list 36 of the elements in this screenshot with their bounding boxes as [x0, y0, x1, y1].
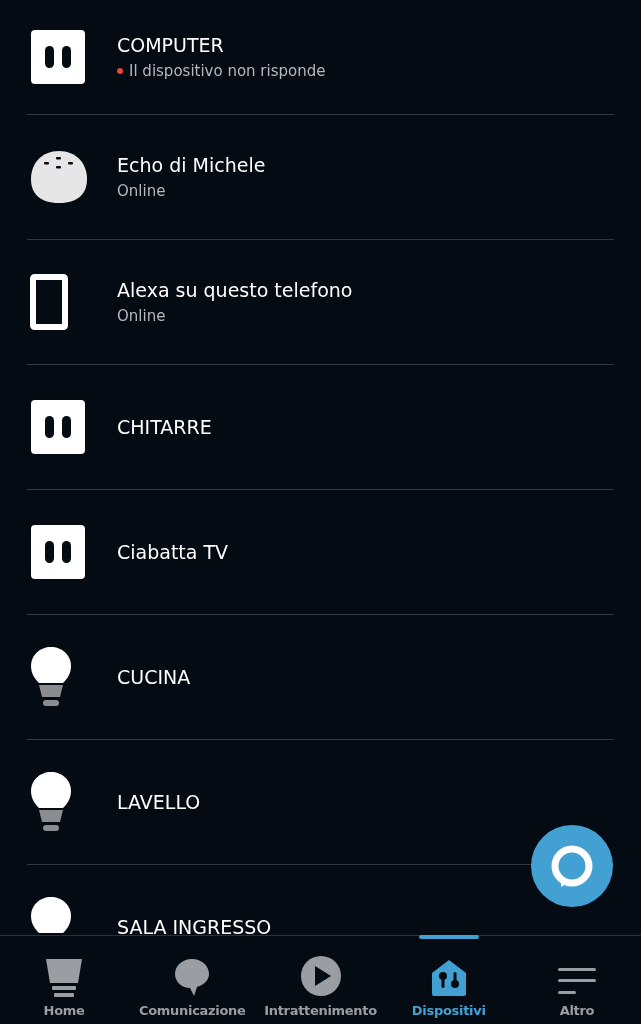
nav-tab[interactable]: Intrattenimento — [256, 936, 385, 1024]
plug-icon — [30, 29, 86, 85]
nav-tab[interactable]: Home — [0, 936, 129, 1024]
device-row[interactable]: Ciabatta TV — [27, 490, 614, 615]
device-name: CHITARRE — [117, 416, 212, 438]
lamp-icon — [44, 957, 85, 997]
device-name: CUCINA — [117, 666, 191, 688]
smart-speaker-icon — [30, 149, 88, 205]
device-status: Online — [117, 307, 166, 325]
device-status: Il dispositivo non risponde — [129, 62, 326, 80]
error-dot — [117, 68, 123, 74]
active-indicator — [418, 935, 479, 939]
nav-tab[interactable]: Altro — [512, 936, 641, 1024]
light-bulb-icon — [30, 771, 72, 833]
nav-tab[interactable]: Dispositivi — [384, 936, 513, 1024]
device-status: Online — [117, 182, 166, 200]
device-row[interactable]: COMPUTER Il dispositivo non risponde — [27, 0, 614, 115]
plug-icon — [30, 524, 86, 580]
house-icon — [430, 959, 467, 997]
device-name: SALA INGRESSO — [117, 916, 272, 935]
device-name: Ciabatta TV — [117, 541, 229, 563]
light-bulb-icon — [30, 646, 72, 708]
play-icon — [299, 955, 342, 997]
device-row[interactable]: CHITARRE — [27, 365, 614, 490]
device-row[interactable]: Echo di Michele Online — [27, 115, 614, 240]
tablet-icon — [30, 274, 68, 330]
device-row[interactable]: CUCINA — [27, 615, 614, 740]
speech-bubble-icon — [174, 957, 211, 997]
plug-icon — [30, 399, 86, 455]
nav-tab[interactable]: Comunicazione — [128, 936, 257, 1024]
device-name: Alexa su questo telefono — [117, 279, 353, 301]
device-row[interactable]: Alexa su questo telefono Online — [27, 240, 614, 365]
menu-icon — [556, 967, 597, 997]
device-name: LAVELLO — [117, 791, 201, 813]
device-name: COMPUTER — [117, 34, 225, 56]
device-name: Echo di Michele — [117, 154, 266, 176]
